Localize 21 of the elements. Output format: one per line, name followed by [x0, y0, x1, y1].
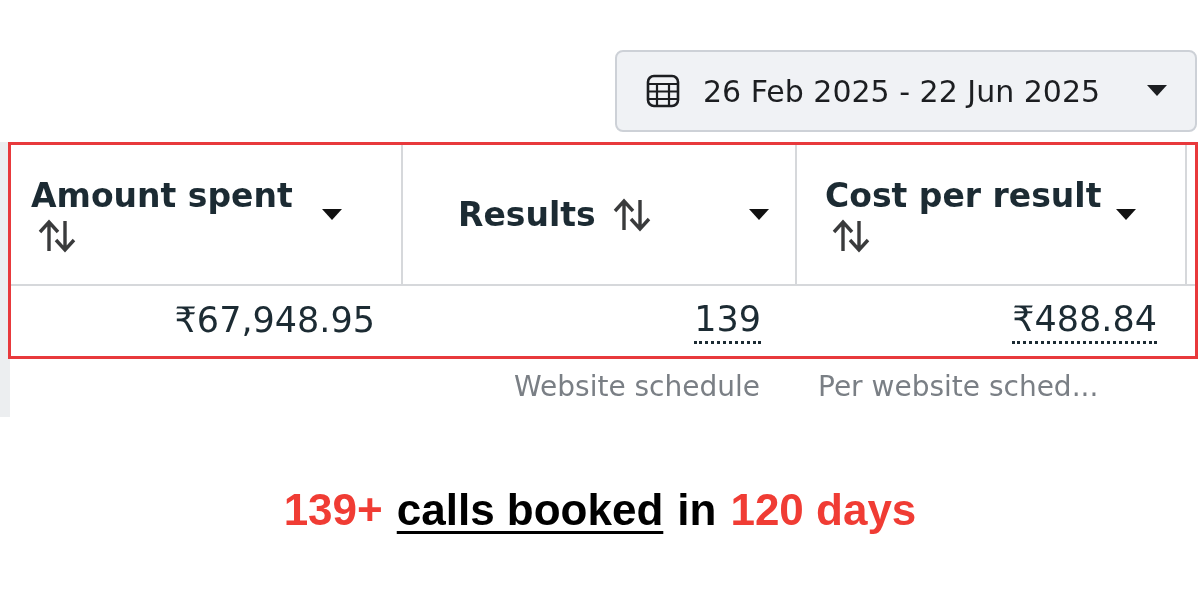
- headline-text: 120 days: [730, 485, 917, 535]
- result-caption: Website schedule: [514, 370, 760, 403]
- headline-text: 139+: [283, 485, 383, 535]
- caret-icon: [1116, 208, 1136, 221]
- sort-icon: [37, 219, 77, 253]
- column-header[interactable]: Amount spent: [11, 145, 403, 284]
- caret-icon: [1147, 85, 1167, 97]
- column-header[interactable]: Results: [403, 145, 797, 284]
- column-header[interactable]: Cost per result: [797, 145, 1187, 284]
- caret-icon: [322, 208, 342, 221]
- sort-icon: [611, 197, 652, 232]
- headline-text: in: [677, 485, 717, 535]
- sort-icon: [831, 219, 871, 253]
- calendar-icon: [645, 73, 681, 109]
- table-cell: ₹67,948.95: [174, 300, 375, 342]
- date-range-button[interactable]: 26 Feb 2025 - 22 Jun 2025: [615, 50, 1197, 132]
- table-cell: 139: [694, 298, 761, 344]
- caret-icon: [749, 208, 769, 221]
- table-cell: ₹488.84: [1012, 298, 1157, 344]
- result-caption: Per website sched...: [818, 370, 1099, 403]
- headline-text: calls booked: [396, 485, 664, 535]
